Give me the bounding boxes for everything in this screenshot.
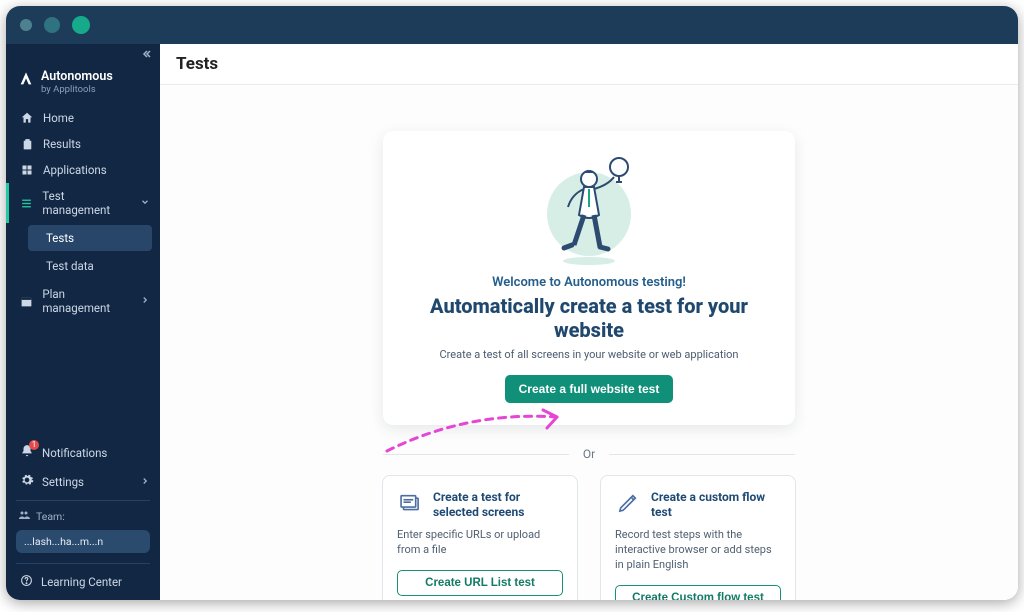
team-label: Team: — [36, 510, 65, 523]
clipboard-icon — [20, 138, 34, 151]
option-title: Create a custom flow test — [651, 490, 781, 520]
main: Tests — [160, 44, 1018, 600]
welcome-card: Welcome to Autonomous testing! Automatic… — [383, 131, 795, 425]
nav-notifications[interactable]: 1 Notifications — [6, 438, 160, 467]
nav-label: Test management — [42, 189, 131, 217]
team-label-row: Team: — [6, 505, 160, 528]
list-icon — [20, 197, 33, 210]
chevron-right-icon — [140, 475, 150, 489]
or-divider: Or — [383, 447, 795, 461]
team-selector[interactable]: ...lash...ha...m...n — [16, 530, 150, 553]
create-url-list-test-button[interactable]: Create URL List test — [397, 570, 563, 596]
option-card-custom-flow: Create a custom flow test Record test st… — [600, 475, 796, 600]
brand-subtitle: by Applitools — [41, 84, 113, 95]
nav-label: Settings — [42, 475, 84, 489]
pencil-icon — [615, 490, 641, 520]
nav-label: Results — [43, 137, 81, 151]
divider — [16, 563, 150, 564]
nav-applications[interactable]: Applications — [6, 157, 160, 183]
nav-plan-management[interactable]: Plan management — [6, 281, 160, 321]
sidebar-bottom: 1 Notifications Settings — [6, 438, 160, 600]
help-icon — [20, 574, 33, 590]
nav-label: Learning Center — [41, 575, 122, 589]
gear-icon — [20, 473, 34, 490]
nav-label: Home — [43, 111, 74, 125]
window-dot — [44, 17, 60, 33]
brand: Autonomous by Applitools — [6, 63, 160, 105]
notifications-badge: 1 — [29, 440, 39, 450]
chevron-down-icon — [140, 196, 150, 210]
grid-icon — [20, 164, 34, 176]
main-content: Welcome to Autonomous testing! Automatic… — [160, 85, 1018, 600]
nav-label: Plan management — [42, 287, 131, 315]
nav-settings[interactable]: Settings — [6, 467, 160, 496]
welcome-eyebrow: Welcome to Autonomous testing! — [409, 275, 769, 290]
collapse-sidebar-icon[interactable] — [140, 48, 152, 63]
nav-learning-center[interactable]: Learning Center — [6, 568, 160, 600]
divider — [16, 500, 150, 501]
window-titlebar — [6, 6, 1018, 44]
app-window: Autonomous by Applitools Home Results — [6, 6, 1018, 600]
brand-logo-icon — [18, 71, 34, 87]
option-title: Create a test for selected screens — [433, 490, 563, 520]
nav-results[interactable]: Results — [6, 131, 160, 157]
nav-tests[interactable]: Tests — [28, 225, 152, 251]
calendar-icon — [20, 295, 33, 308]
option-card-url-list: Create a test for selected screens Enter… — [382, 475, 578, 600]
create-custom-flow-test-button[interactable]: Create Custom flow test — [615, 585, 781, 600]
nav-label: Applications — [43, 163, 107, 177]
brand-title: Autonomous — [41, 69, 113, 84]
primary-nav: Home Results Applications — [6, 105, 160, 321]
window-dot — [72, 16, 90, 34]
nav-label: Notifications — [42, 446, 107, 460]
welcome-illustration — [409, 149, 769, 269]
nav-test-data[interactable]: Test data — [28, 253, 152, 279]
home-icon — [20, 111, 34, 125]
option-cards: Create a test for selected screens Enter… — [382, 475, 796, 600]
nav-test-management-subitems: Tests Test data — [6, 223, 160, 281]
screens-stack-icon — [397, 490, 423, 520]
create-full-website-test-button[interactable]: Create a full website test — [505, 375, 674, 403]
team-icon — [18, 509, 30, 524]
sidebar: Autonomous by Applitools Home Results — [6, 44, 160, 600]
nav-home[interactable]: Home — [6, 105, 160, 131]
nav-test-management[interactable]: Test management — [6, 183, 160, 223]
welcome-title: Automatically create a test for your web… — [409, 294, 769, 342]
window-dot — [20, 19, 32, 31]
welcome-subtitle: Create a test of all screens in your web… — [409, 348, 769, 361]
chevron-right-icon — [140, 294, 150, 308]
option-description: Record test steps with the interactive b… — [615, 528, 781, 573]
or-label: Or — [583, 447, 595, 461]
page-title: Tests — [160, 44, 1018, 85]
option-description: Enter specific URLs or upload from a fil… — [397, 528, 563, 558]
